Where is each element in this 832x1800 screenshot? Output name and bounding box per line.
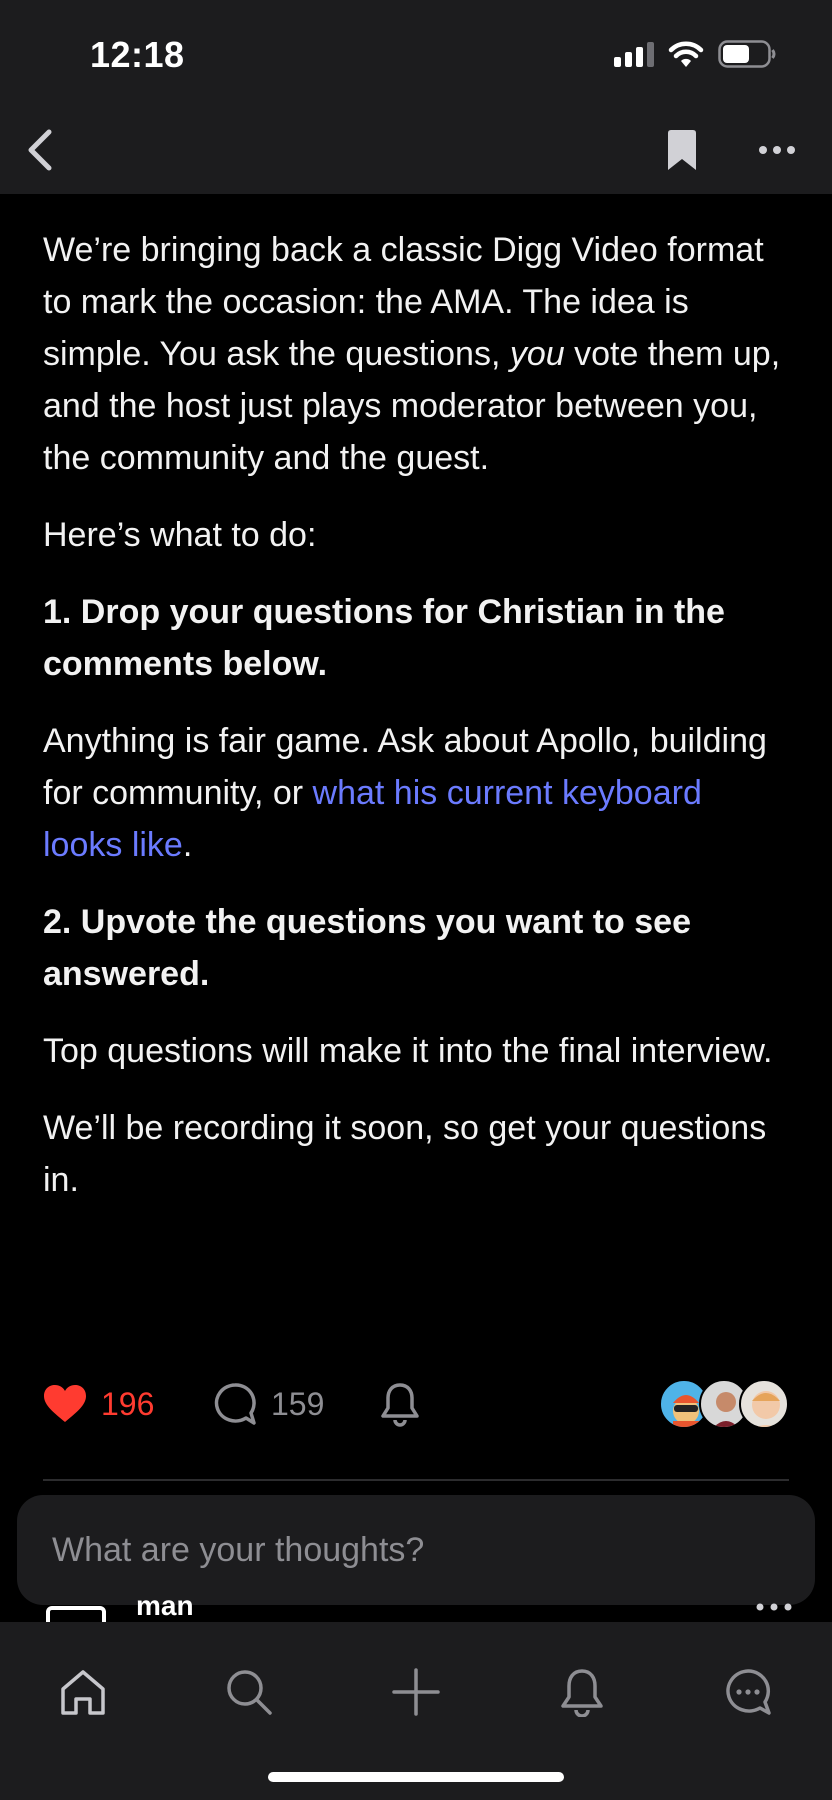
bookmark-button[interactable] <box>654 122 710 178</box>
article-paragraph: Here’s what to do: <box>43 516 317 554</box>
article-paragraph: Anything is fair game. Ask about Apollo,… <box>43 722 767 864</box>
comment-preview: man <box>0 1596 832 1622</box>
messages-icon <box>726 1669 771 1715</box>
avatar <box>739 1379 789 1429</box>
navbar <box>0 104 832 194</box>
home-icon <box>61 1670 105 1715</box>
tab-notifications[interactable] <box>542 1652 622 1732</box>
comment-button[interactable]: 159 <box>213 1376 324 1432</box>
tab-home[interactable] <box>43 1652 123 1732</box>
commenter-avatar <box>46 1606 106 1622</box>
article-body: We’re bringing back a classic Digg Video… <box>43 224 783 1231</box>
more-horizontal-icon[interactable] <box>756 1602 792 1612</box>
tab-create[interactable] <box>376 1652 456 1732</box>
comment-composer[interactable] <box>17 1495 815 1605</box>
back-button[interactable] <box>12 122 68 178</box>
more-options-button[interactable] <box>742 122 812 178</box>
notifications-icon <box>561 1669 603 1717</box>
step-heading: 2. Upvote the questions you want to see … <box>43 903 691 993</box>
comment-input[interactable] <box>52 1523 772 1577</box>
cellular-signal-icon <box>614 41 654 67</box>
battery-icon <box>718 40 776 68</box>
comment-icon <box>214 1383 256 1425</box>
article-paragraph: We’re bringing back a classic Digg Video… <box>43 231 781 477</box>
chevron-left-icon <box>28 129 52 171</box>
article-paragraph: We’ll be recording it soon, so get your … <box>43 1109 767 1199</box>
status-time: 12:18 <box>90 34 185 75</box>
commenter-name: man <box>136 1596 194 1621</box>
status-icons <box>614 40 776 68</box>
heart-icon <box>44 1385 86 1422</box>
divider <box>43 1479 789 1481</box>
post-actions: 196 159 <box>43 1376 789 1432</box>
tab-search[interactable] <box>209 1652 289 1732</box>
wifi-icon <box>668 41 704 67</box>
status-bar: 12:18 <box>0 0 832 104</box>
tab-messages[interactable] <box>708 1652 788 1732</box>
like-count: 196 <box>101 1385 155 1422</box>
bookmark-icon <box>668 130 696 170</box>
participant-avatars[interactable] <box>659 1379 789 1429</box>
article-paragraph: Top questions will make it into the fina… <box>43 1032 773 1070</box>
home-indicator[interactable] <box>268 1772 564 1782</box>
subscribe-button[interactable] <box>379 1376 421 1432</box>
bell-icon <box>381 1383 419 1427</box>
plus-icon <box>392 1668 440 1716</box>
step-heading: 1. Drop your questions for Christian in … <box>43 593 725 683</box>
like-button[interactable]: 196 <box>43 1376 154 1432</box>
more-horizontal-icon <box>759 146 795 154</box>
emphasis-text: you <box>509 335 565 373</box>
comment-count: 159 <box>271 1385 325 1422</box>
search-icon <box>227 1670 272 1715</box>
